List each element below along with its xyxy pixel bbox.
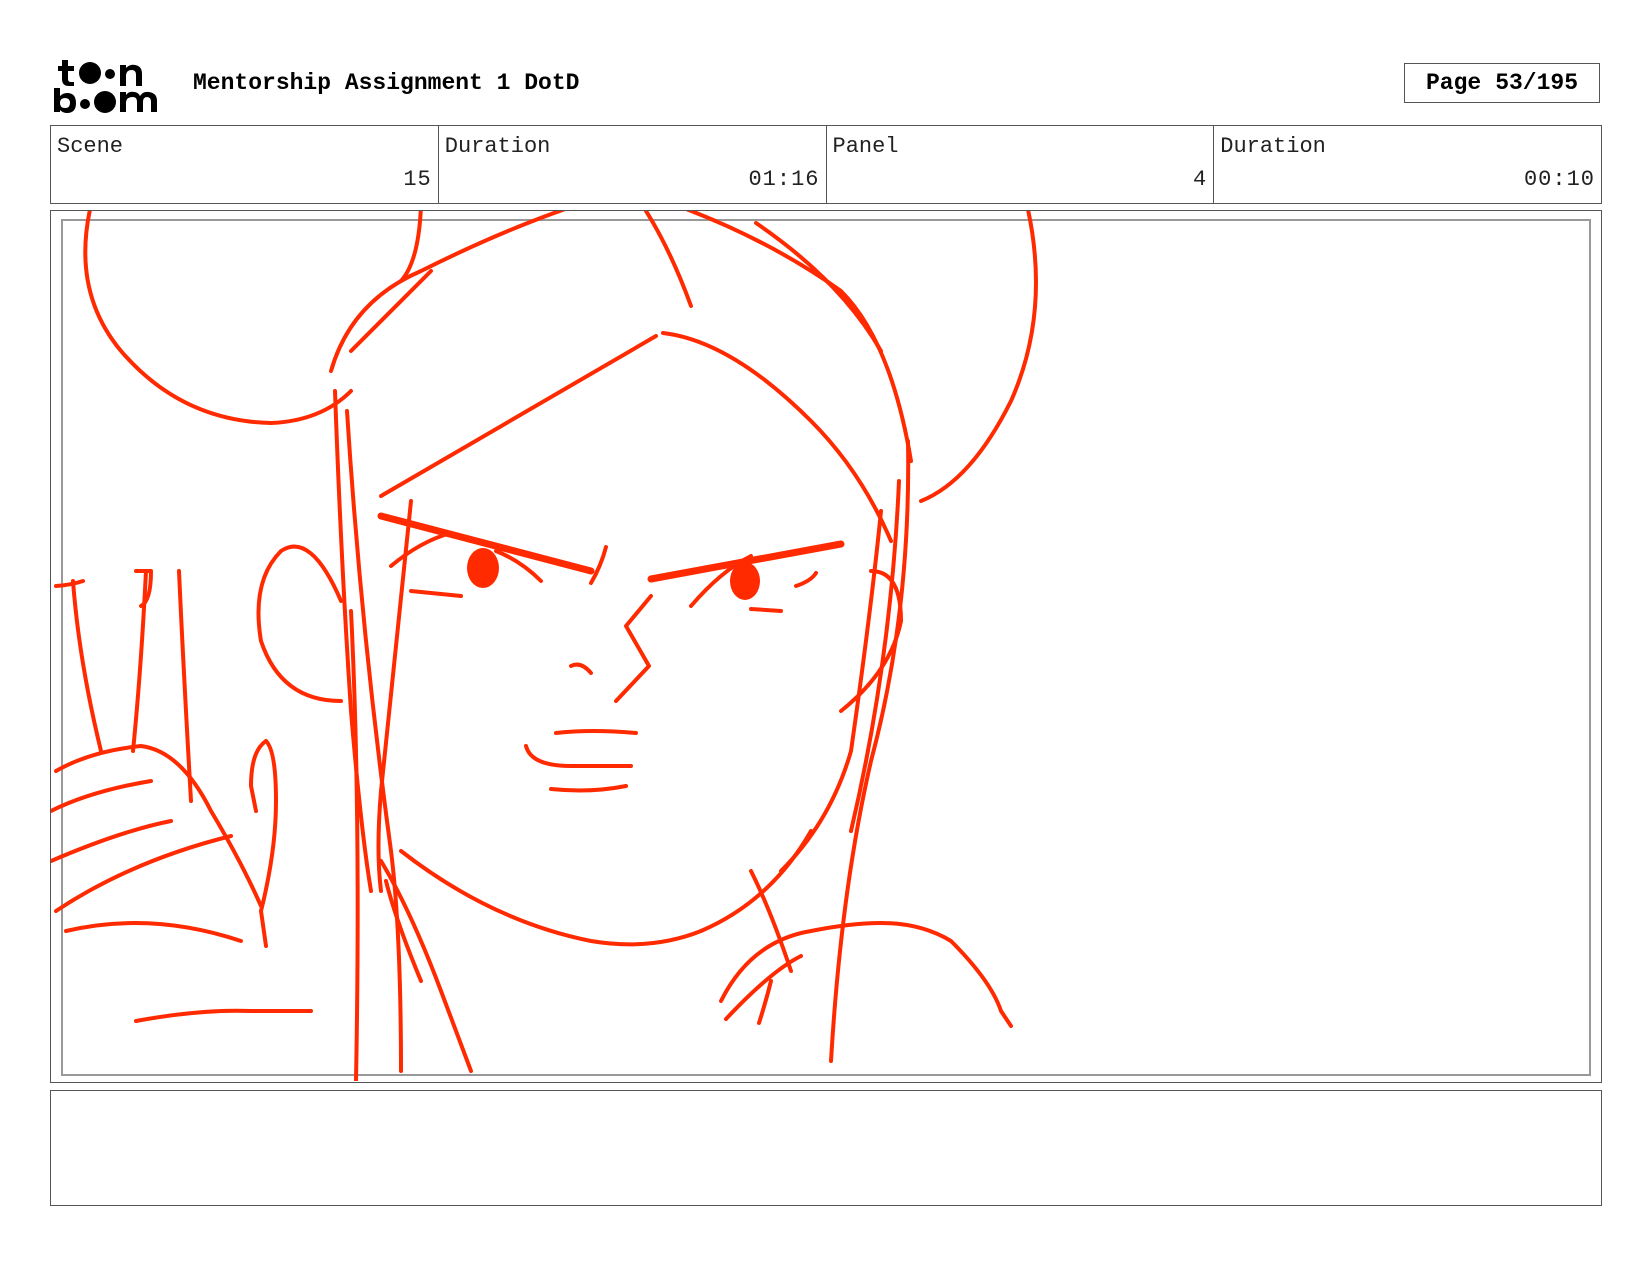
- toon-boom-logo: [54, 60, 157, 113]
- character-sketch: [51, 211, 1038, 1081]
- panel-notes-box: [50, 1090, 1602, 1206]
- scene-duration-label: Duration: [444, 134, 551, 159]
- panel-duration-label: Duration: [1220, 134, 1326, 159]
- scene-duration-cell: Duration 01:16: [439, 126, 827, 203]
- page-label: Page: [1425, 70, 1482, 96]
- scene-info-table: Scene 15 Duration 01:16 Panel 4 Duration…: [50, 125, 1602, 204]
- scene-value: 15: [403, 167, 432, 192]
- page-indicator: Page 53/195: [1404, 63, 1600, 103]
- storyboard-panel: [50, 210, 1602, 1083]
- panel-duration-value: 00:10: [1523, 167, 1595, 192]
- panel-cell: Panel 4: [827, 126, 1215, 203]
- panel-label: Panel: [832, 134, 899, 159]
- page-number: 53/195: [1495, 70, 1579, 96]
- scene-label: Scene: [57, 134, 124, 159]
- document-title: Mentorship Assignment 1 DotD: [193, 70, 580, 96]
- panel-duration-cell: Duration 00:10: [1214, 126, 1601, 203]
- scene-cell: Scene 15: [51, 126, 439, 203]
- scene-duration-value: 01:16: [748, 167, 820, 192]
- panel-value: 4: [1193, 167, 1208, 192]
